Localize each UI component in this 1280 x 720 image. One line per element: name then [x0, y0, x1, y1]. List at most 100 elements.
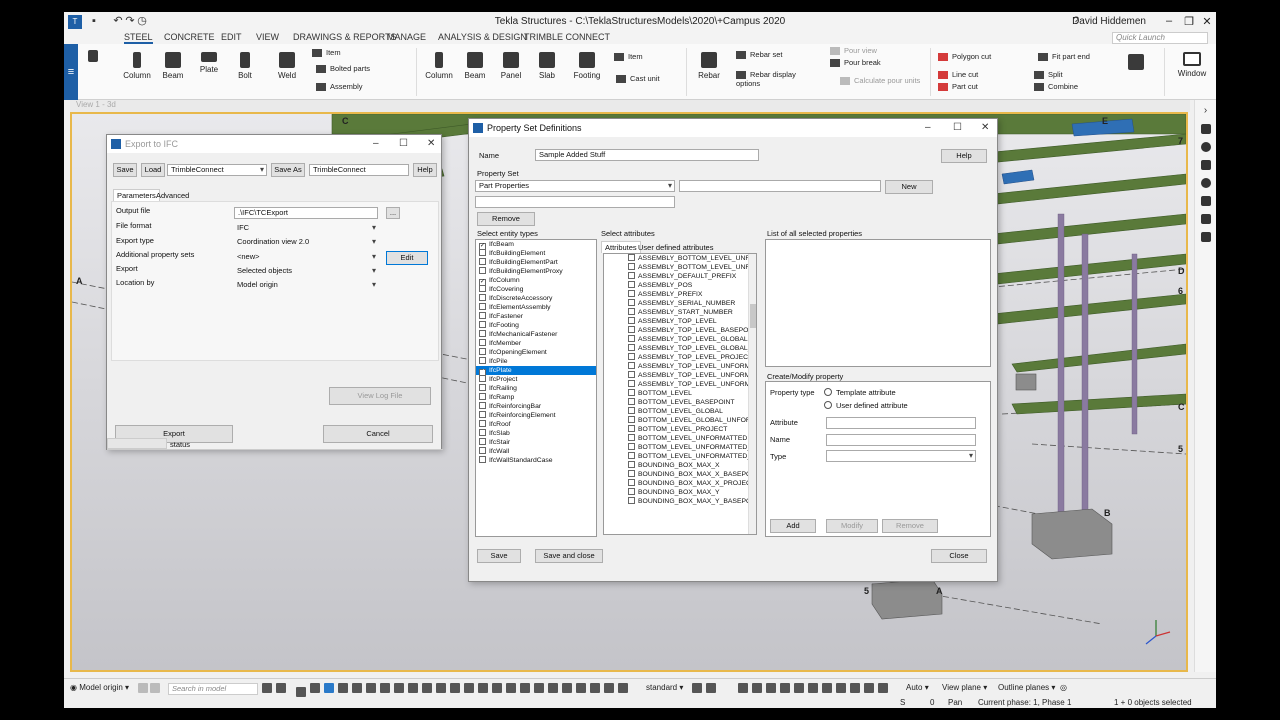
attribute-item[interactable]: BOUNDING_BOX_MAX_X_BASEPOI	[604, 470, 756, 479]
snap-icon[interactable]	[706, 683, 716, 693]
checkbox[interactable]	[479, 429, 486, 436]
remove-button[interactable]: Remove	[477, 212, 535, 226]
workplane-icon[interactable]	[138, 683, 148, 693]
attribute-item[interactable]: ASSEMBLY_TOP_LEVEL_GLOBAL	[604, 335, 756, 344]
entity-type-item[interactable]: IfcStair	[476, 438, 596, 447]
checkbox[interactable]	[628, 326, 635, 333]
attribute-item[interactable]: BOUNDING_BOX_MAX_Y_BASEPOI	[604, 497, 756, 506]
attribute-item[interactable]: BOTTOM_LEVEL_PROJECT	[604, 425, 756, 434]
checkbox[interactable]	[479, 258, 486, 265]
checkbox[interactable]	[628, 443, 635, 450]
standard-dropdown[interactable]: standard ▾	[646, 683, 683, 692]
close-icon[interactable]: ✕	[981, 122, 989, 133]
user-name[interactable]: David Hiddemen	[1072, 16, 1146, 27]
checkbox[interactable]	[479, 348, 486, 355]
combine-button[interactable]: Combine	[1034, 82, 1078, 92]
attribute-item[interactable]: BOUNDING_BOX_MAX_X	[604, 461, 756, 470]
save-button[interactable]: Save	[113, 163, 137, 177]
additional-property-sets-dropdown[interactable]: <new>	[234, 252, 378, 264]
steel-item-button[interactable]: Item	[312, 48, 341, 58]
weld-button[interactable]: Weld	[270, 52, 304, 80]
checkbox[interactable]	[628, 299, 635, 306]
checkbox[interactable]	[479, 249, 486, 256]
checkbox[interactable]	[479, 411, 486, 418]
globe-icon[interactable]	[1200, 142, 1211, 152]
maximize-icon[interactable]: ☐	[953, 122, 962, 133]
snap-switches[interactable]	[738, 683, 898, 693]
attribute-item[interactable]: ASSEMBLY_SERIAL_NUMBER	[604, 299, 756, 308]
tab-trimble-connect[interactable]: TRIMBLE CONNECT	[524, 32, 610, 42]
rebar-display-options-button[interactable]: Rebar display options	[736, 70, 816, 88]
checkbox[interactable]	[479, 438, 486, 445]
line-cut-button[interactable]: Line cut	[938, 70, 978, 80]
browse-button[interactable]: ...	[386, 207, 400, 219]
select-settings-icon[interactable]	[276, 683, 286, 693]
checkbox[interactable]	[628, 254, 635, 261]
entity-type-item[interactable]: IfcWallStandardCase	[476, 456, 596, 465]
attribute-item[interactable]: ASSEMBLY_TOP_LEVEL_BASEPOI	[604, 326, 756, 335]
view-log-file-button[interactable]: View Log File	[329, 387, 431, 405]
attribute-item[interactable]: BOTTOM_LEVEL_UNFORMATTED	[604, 434, 756, 443]
entity-type-item[interactable]: IfcReinforcingElement	[476, 411, 596, 420]
save-button[interactable]: Save	[477, 549, 521, 563]
bolt-button[interactable]: Bolt	[230, 52, 260, 80]
property-set-new-name-input[interactable]	[679, 180, 881, 192]
attribute-item[interactable]: ASSEMBLY_TOP_LEVEL_UNFORM	[604, 362, 756, 371]
entity-types-list[interactable]: ✓ IfcBeam IfcBuildingElement IfcBuildingEle…	[475, 239, 597, 537]
tab-analysis-design[interactable]: ANALYSIS & DESIGN	[438, 32, 527, 42]
entity-type-item[interactable]: IfcRamp	[476, 393, 596, 402]
steel-plate-button[interactable]: Plate	[194, 52, 224, 74]
modify-button[interactable]: Modify	[826, 519, 878, 533]
window-button[interactable]: Window	[1174, 52, 1210, 78]
load-button[interactable]: Load	[141, 163, 165, 177]
part-cut-button[interactable]: Part cut	[938, 82, 978, 92]
checkbox[interactable]	[628, 362, 635, 369]
split-button[interactable]: Split	[1034, 70, 1063, 80]
entity-type-item[interactable]: IfcBuildingElementPart	[476, 258, 596, 267]
minimize-icon[interactable]: –	[1162, 15, 1176, 27]
rebar-button[interactable]: Rebar	[694, 52, 724, 80]
tab-steel[interactable]: STEEL	[124, 32, 153, 44]
attribute-item[interactable]: ASSEMBLY_START_NUMBER	[604, 308, 756, 317]
property-set-extra-input[interactable]	[475, 196, 675, 208]
property-name-input[interactable]	[826, 434, 976, 446]
checkbox[interactable]	[479, 321, 486, 328]
cast-unit-button[interactable]: Cast unit	[616, 74, 660, 84]
preset-dropdown[interactable]: TrimbleConnect	[167, 164, 267, 176]
tab-drawings-reports[interactable]: DRAWINGS & REPORTS	[293, 32, 397, 42]
checkbox[interactable]	[479, 294, 486, 301]
pour-break-button[interactable]: Pour break	[830, 58, 881, 68]
polygon-cut-button[interactable]: Polygon cut	[938, 52, 991, 62]
attribute-item[interactable]: ASSEMBLY_TOP_LEVEL_UNFORM	[604, 371, 756, 380]
checkbox[interactable]	[479, 393, 486, 400]
checkbox[interactable]	[628, 389, 635, 396]
entity-type-item[interactable]: ✓ IfcColumn	[476, 276, 596, 286]
attribute-item[interactable]: ASSEMBLY_TOP_LEVEL	[604, 317, 756, 326]
checkbox[interactable]	[628, 488, 635, 495]
cancel-button[interactable]: Cancel	[323, 425, 433, 443]
checkbox[interactable]	[628, 380, 635, 387]
name-input[interactable]: Sample Added Stuff	[535, 149, 759, 161]
checkbox[interactable]	[479, 357, 486, 364]
checkbox[interactable]	[628, 263, 635, 270]
auto-dropdown[interactable]: Auto ▾	[906, 683, 929, 692]
checkbox[interactable]	[479, 375, 486, 382]
checkbox[interactable]	[628, 461, 635, 468]
calculate-pour-units-button[interactable]: Calculate pour units	[840, 76, 920, 86]
tab-edit[interactable]: EDIT	[221, 32, 242, 42]
save-as-name-input[interactable]: TrimbleConnect	[309, 164, 409, 176]
user-defined-attribute-radio[interactable]: User defined attribute	[824, 401, 908, 410]
checkbox[interactable]	[479, 285, 486, 292]
new-button[interactable]: New	[885, 180, 933, 194]
entity-type-item[interactable]: IfcCovering	[476, 285, 596, 294]
checkbox[interactable]	[628, 353, 635, 360]
selected-properties-list[interactable]	[765, 239, 991, 367]
checkbox[interactable]	[628, 497, 635, 504]
view-tab[interactable]: View 1 - 3d	[70, 100, 1190, 112]
checkbox[interactable]	[628, 479, 635, 486]
concrete-panel-button[interactable]: Panel	[496, 52, 526, 80]
entity-type-item[interactable]: IfcProject	[476, 375, 596, 384]
checkbox[interactable]	[479, 456, 486, 463]
checkbox[interactable]	[479, 384, 486, 391]
restore-icon[interactable]: ☐	[399, 138, 408, 149]
